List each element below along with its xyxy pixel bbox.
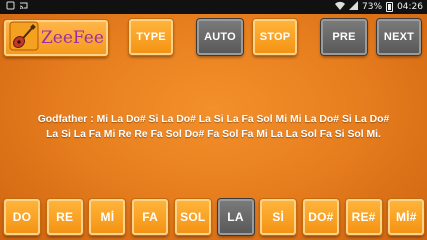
stop-button-label: STOP	[259, 31, 291, 43]
note-key-label: DO#	[308, 210, 334, 224]
battery-icon	[386, 2, 394, 12]
note-key-label: RE	[56, 210, 74, 224]
next-button-label: NEXT	[383, 31, 415, 43]
status-bar: 73% 04:26	[0, 0, 427, 14]
notification-icon	[6, 1, 15, 13]
note-key-sol[interactable]: SOL	[174, 199, 211, 235]
type-button[interactable]: TYPE	[129, 19, 173, 55]
note-key-do[interactable]: DO	[4, 199, 40, 235]
note-key-si[interactable]: Sİ	[260, 199, 297, 235]
pre-button-label: PRE	[332, 31, 356, 43]
note-key-label: RE#	[351, 210, 376, 224]
note-key-label: Mİ	[100, 210, 115, 224]
note-key-label: Mİ#	[395, 210, 417, 224]
battery-percent: 73%	[362, 2, 383, 12]
next-button[interactable]: NEXT	[377, 19, 421, 55]
status-right: 73% 04:26	[335, 1, 423, 13]
note-key-label: SOL	[180, 210, 206, 224]
type-button-label: TYPE	[136, 31, 166, 43]
guitar-icon	[9, 21, 39, 55]
auto-button[interactable]: AUTO	[197, 19, 243, 55]
note-key-re-sharp[interactable]: RE#	[345, 199, 382, 235]
note-key-mi-sharp[interactable]: Mİ#	[388, 199, 425, 235]
pre-button[interactable]: PRE	[321, 19, 367, 55]
stop-button[interactable]: STOP	[253, 19, 297, 55]
wifi-icon	[335, 1, 346, 13]
note-key-do-sharp[interactable]: DO#	[302, 199, 339, 235]
note-key-label: LA	[227, 210, 244, 224]
signal-icon	[349, 1, 359, 13]
note-key-label: DO	[12, 210, 32, 224]
status-left	[6, 1, 28, 13]
song-notes: Godfather : Mi La Do# Si La Do# La Si La…	[0, 112, 427, 142]
cast-icon	[19, 1, 28, 13]
logo-text: ZeeFee	[41, 28, 104, 48]
auto-button-label: AUTO	[204, 31, 236, 43]
note-key-label: Sİ	[272, 210, 285, 224]
note-key-re[interactable]: RE	[46, 199, 83, 235]
note-key-la[interactable]: LA	[217, 199, 254, 235]
clock: 04:26	[397, 2, 423, 12]
note-key-fa[interactable]: FA	[132, 199, 169, 235]
note-key-label: FA	[142, 210, 158, 224]
app-logo: ZeeFee	[4, 20, 108, 56]
note-key-mi[interactable]: Mİ	[89, 199, 126, 235]
song-line-2: La Si La Fa Mi Re Re Fa Sol Do# Fa Sol F…	[46, 129, 381, 140]
song-line-1: Godfather : Mi La Do# Si La Do# La Si La…	[37, 114, 390, 125]
